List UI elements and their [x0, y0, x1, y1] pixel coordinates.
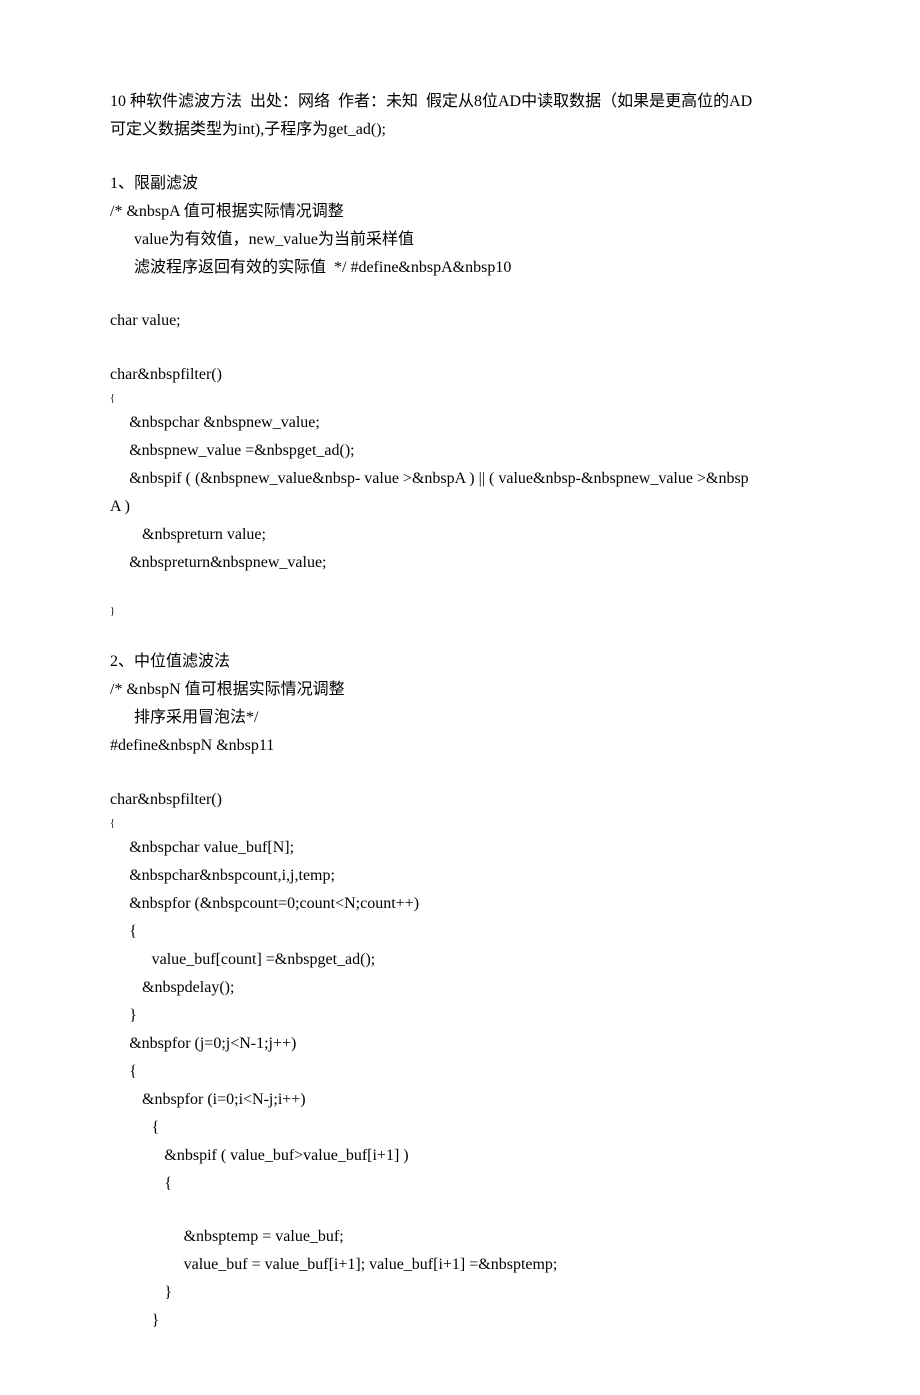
section1-comment2: value为有效值，new_value为当前采样值	[110, 226, 810, 254]
section1-title: 1、限副滤波	[110, 170, 810, 198]
blank	[110, 1198, 810, 1224]
section2-body10: &nbspfor (i=0;i<N-j;i++)	[110, 1086, 810, 1114]
section2-body7: }	[110, 1002, 810, 1030]
section2-body15: value_buf = value_buf[i+1]; value_buf[i+…	[110, 1251, 810, 1279]
section2-body16: }	[110, 1279, 810, 1307]
section1-body5: &nbspreturn&nbspnew_value;	[110, 549, 810, 577]
intro-line-1: 10 种软件滤波方法 出处：网络 作者：未知 假定从8位AD中读取数据（如果是更…	[110, 88, 810, 116]
section2-body2: &nbspchar&nbspcount,i,j,temp;	[110, 862, 810, 890]
section1-body1: &nbspchar &nbspnew_value;	[110, 409, 810, 437]
section1-body4: &nbspreturn value;	[110, 521, 810, 549]
section2-comment1: /* &nbspN 值可根据实际情况调整	[110, 676, 810, 704]
blank	[110, 144, 810, 170]
blank	[110, 335, 810, 361]
intro-line-2: 可定义数据类型为int),子程序为get_ad();	[110, 116, 810, 144]
section2-body11: {	[110, 1114, 810, 1142]
section1-body3: &nbspif ( (&nbspnew_value&nbsp- value >&…	[110, 465, 810, 493]
section2-body12: &nbspif ( value_buf>value_buf[i+1] )	[110, 1142, 810, 1170]
section1-func: char&nbspfilter()	[110, 361, 810, 389]
section1-body2: &nbspnew_value =&nbspget_ad();	[110, 437, 810, 465]
section2-define: #define&nbspN &nbsp11	[110, 732, 810, 760]
section1-comment3: 滤波程序返回有效的实际值 */ #define&nbspA&nbsp10	[110, 254, 810, 282]
blank	[110, 760, 810, 786]
section2-body14: &nbsptemp = value_buf;	[110, 1223, 810, 1251]
section1-body3b: A )	[110, 493, 810, 521]
blank	[110, 282, 810, 308]
document-page: 10 种软件滤波方法 出处：网络 作者：未知 假定从8位AD中读取数据（如果是更…	[0, 0, 920, 1395]
section2-body6: &nbspdelay();	[110, 974, 810, 1002]
section1-rbrace: }	[110, 602, 810, 622]
blank	[110, 577, 810, 603]
section2-body8: &nbspfor (j=0;j<N-1;j++)	[110, 1030, 810, 1058]
section2-body13: {	[110, 1170, 810, 1198]
section2-body17: }	[110, 1307, 810, 1335]
blank	[110, 622, 810, 648]
section2-lbrace: {	[110, 814, 810, 834]
section2-body3: &nbspfor (&nbspcount=0;count<N;count++)	[110, 890, 810, 918]
section2-title: 2、中位值滤波法	[110, 648, 810, 676]
section1-decl: char value;	[110, 307, 810, 335]
section2-func: char&nbspfilter()	[110, 786, 810, 814]
section2-body5: value_buf[count] =&nbspget_ad();	[110, 946, 810, 974]
section2-body9: {	[110, 1058, 810, 1086]
section2-body1: &nbspchar value_buf[N];	[110, 834, 810, 862]
section2-comment2: 排序采用冒泡法*/	[110, 704, 810, 732]
section1-lbrace: {	[110, 389, 810, 409]
section2-body4: {	[110, 918, 810, 946]
section1-comment1: /* &nbspA 值可根据实际情况调整	[110, 198, 810, 226]
